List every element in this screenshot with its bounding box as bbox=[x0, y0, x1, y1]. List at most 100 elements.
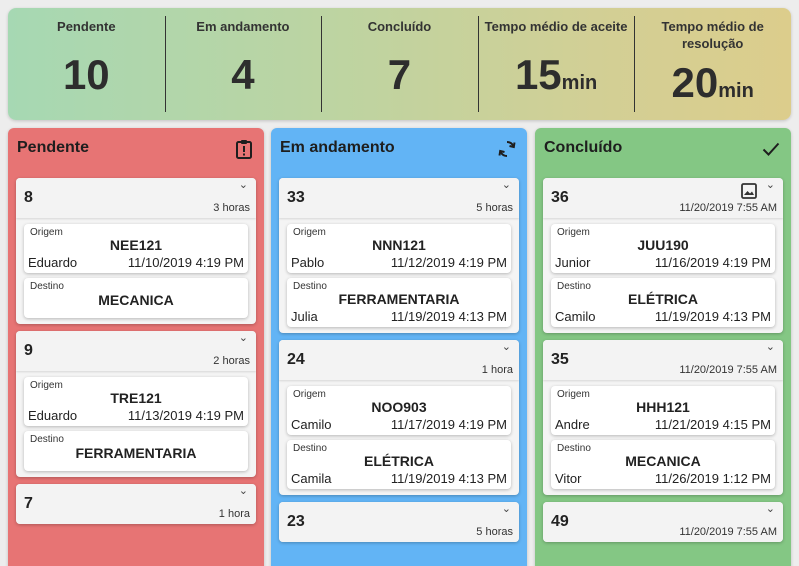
destino-box: Destino ELÉTRICA Camila 11/19/2019 4:13 … bbox=[287, 440, 511, 489]
origem-person: Eduardo bbox=[28, 408, 78, 423]
card-header: 8 ⌄ 3 horas bbox=[16, 178, 256, 218]
origem-footer: Junior 11/16/2019 4:19 PM bbox=[551, 255, 775, 273]
card-body: Origem NEE121 Eduardo 11/10/2019 4:19 PM… bbox=[16, 218, 256, 324]
destino-label: Destino bbox=[30, 281, 64, 292]
ticket-id: 7 bbox=[24, 495, 33, 512]
image-icon[interactable] bbox=[741, 183, 757, 204]
origem-date: 11/12/2019 4:19 PM bbox=[390, 255, 507, 270]
ticket-card[interactable]: 24 ⌄ 1 hora Origem NOO903 Camilo 11/17/2… bbox=[279, 340, 519, 495]
origem-label: Origem bbox=[30, 227, 63, 238]
chevron-down-icon[interactable]: ⌄ bbox=[239, 484, 248, 497]
ticket-card[interactable]: 49 ⌄ 11/20/2019 7:55 AM bbox=[543, 502, 783, 542]
column-title: Pendente bbox=[17, 139, 90, 156]
ticket-card[interactable]: 9 ⌄ 2 horas Origem TRE121 Eduardo 11/13/… bbox=[16, 331, 256, 477]
chevron-down-icon[interactable]: ⌄ bbox=[239, 178, 248, 191]
destino-footer: Vitor 11/26/2019 1:12 PM bbox=[551, 471, 775, 489]
stat-label: Pendente bbox=[57, 19, 116, 34]
origem-box: Origem TRE121 Eduardo 11/13/2019 4:19 PM bbox=[24, 377, 248, 426]
column-concluido: Concluído 36 ⌄ 11/20/2019 7:55 AM Origem… bbox=[535, 128, 791, 566]
column-title: Concluído bbox=[544, 139, 623, 156]
card-body: Origem NNN121 Pablo 11/12/2019 4:19 PM D… bbox=[279, 218, 519, 333]
ticket-card[interactable]: 8 ⌄ 3 horas Origem NEE121 Eduardo 11/10/… bbox=[16, 178, 256, 324]
card-header: 9 ⌄ 2 horas bbox=[16, 331, 256, 371]
destino-person: Camila bbox=[291, 471, 332, 486]
ticket-card[interactable]: 35 ⌄ 11/20/2019 7:55 AM Origem HHH121 An… bbox=[543, 340, 783, 495]
origem-date: 11/17/2019 4:19 PM bbox=[390, 417, 507, 432]
destino-date: 11/19/2019 4:13 PM bbox=[654, 309, 771, 324]
origem-box: Origem NOO903 Camilo 11/17/2019 4:19 PM bbox=[287, 386, 511, 435]
stat-concluido: Concluído 7 bbox=[321, 8, 478, 120]
origem-box: Origem NNN121 Pablo 11/12/2019 4:19 PM bbox=[287, 224, 511, 273]
chevron-down-icon[interactable]: ⌄ bbox=[766, 340, 775, 353]
stat-value: 7 bbox=[387, 51, 412, 98]
chevron-down-icon[interactable]: ⌄ bbox=[502, 340, 511, 353]
ticket-id: 35 bbox=[551, 351, 569, 368]
origem-date: 11/13/2019 4:19 PM bbox=[127, 408, 244, 423]
card-header: 35 ⌄ 11/20/2019 7:55 AM bbox=[543, 340, 783, 380]
card-body: Origem TRE121 Eduardo 11/13/2019 4:19 PM… bbox=[16, 371, 256, 477]
stat-value: 20min bbox=[671, 59, 754, 106]
chevron-down-icon[interactable]: ⌄ bbox=[239, 331, 248, 344]
destino-box: Destino MECANICA bbox=[24, 278, 248, 318]
chevron-down-icon[interactable]: ⌄ bbox=[502, 178, 511, 191]
origem-footer: Camilo 11/17/2019 4:19 PM bbox=[287, 417, 511, 435]
origem-date: 11/16/2019 4:19 PM bbox=[654, 255, 771, 270]
origem-person: Andre bbox=[555, 417, 590, 432]
card-header: 7 ⌄ 1 hora bbox=[16, 484, 256, 524]
ticket-time: 5 horas bbox=[476, 526, 513, 538]
ticket-id: 36 bbox=[551, 189, 569, 206]
origem-person: Eduardo bbox=[28, 255, 78, 270]
destino-date: 11/26/2019 1:12 PM bbox=[654, 471, 771, 486]
origem-footer: Andre 11/21/2019 4:15 PM bbox=[551, 417, 775, 435]
ticket-card[interactable]: 7 ⌄ 1 hora bbox=[16, 484, 256, 524]
destino-label: Destino bbox=[557, 281, 591, 292]
destino-label: Destino bbox=[557, 443, 591, 454]
column-header: Concluído bbox=[535, 128, 791, 170]
origem-label: Origem bbox=[293, 227, 326, 238]
destino-footer: Camilo 11/19/2019 4:13 PM bbox=[551, 309, 775, 327]
origem-label: Origem bbox=[293, 389, 326, 400]
destino-footer: Julia 11/19/2019 4:13 PM bbox=[287, 309, 511, 327]
destino-date: 11/19/2019 4:13 PM bbox=[390, 309, 507, 324]
card-body: Origem NOO903 Camilo 11/17/2019 4:19 PM … bbox=[279, 380, 519, 495]
column-title: Em andamento bbox=[280, 139, 395, 156]
origem-person: Pablo bbox=[291, 255, 325, 270]
stat-value: 15min bbox=[514, 51, 598, 98]
ticket-id: 49 bbox=[551, 513, 569, 530]
stat-value: 4 bbox=[231, 51, 255, 98]
sync-icon[interactable] bbox=[496, 138, 518, 160]
destino-person: Julia bbox=[291, 309, 318, 324]
ticket-time: 11/20/2019 7:55 AM bbox=[679, 202, 777, 214]
origem-footer: Eduardo 11/13/2019 4:19 PM bbox=[24, 408, 248, 426]
chevron-down-icon[interactable]: ⌄ bbox=[766, 502, 775, 515]
chevron-down-icon[interactable]: ⌄ bbox=[766, 178, 775, 191]
ticket-id: 23 bbox=[287, 513, 305, 530]
check-icon bbox=[760, 138, 782, 160]
card-header: 49 ⌄ 11/20/2019 7:55 AM bbox=[543, 502, 783, 542]
stat-tempo-aceite: Tempo médio de aceite 15min bbox=[477, 8, 635, 120]
destino-box: Destino ELÉTRICA Camilo 11/19/2019 4:13 … bbox=[551, 278, 775, 327]
destino-footer: Camila 11/19/2019 4:13 PM bbox=[287, 471, 511, 489]
stat-label: Concluído bbox=[367, 19, 432, 34]
destino-label: Destino bbox=[293, 443, 327, 454]
card-header: 23 ⌄ 5 horas bbox=[279, 502, 519, 542]
chevron-down-icon[interactable]: ⌄ bbox=[502, 502, 511, 515]
destino-label: Destino bbox=[30, 434, 64, 445]
origem-person: Junior bbox=[555, 255, 591, 270]
ticket-card[interactable]: 23 ⌄ 5 horas bbox=[279, 502, 519, 542]
ticket-card[interactable]: 36 ⌄ 11/20/2019 7:55 AM Origem JUU190 Ju… bbox=[543, 178, 783, 333]
ticket-card[interactable]: 33 ⌄ 5 horas Origem NNN121 Pablo 11/12/2… bbox=[279, 178, 519, 333]
destino-person: Vitor bbox=[555, 471, 582, 486]
card-header: 36 ⌄ 11/20/2019 7:55 AM bbox=[543, 178, 783, 218]
ticket-id: 8 bbox=[24, 189, 33, 206]
stat-label: Em andamento bbox=[196, 19, 290, 34]
card-body: Origem HHH121 Andre 11/21/2019 4:15 PM D… bbox=[543, 380, 783, 495]
ticket-time: 11/20/2019 7:55 AM bbox=[679, 526, 777, 538]
stat-label: Tempo médio de aceite bbox=[484, 19, 628, 34]
destino-date: 11/19/2019 4:13 PM bbox=[390, 471, 507, 486]
column-em-andamento: Em andamento 33 ⌄ 5 horas Origem NNN121 … bbox=[271, 128, 527, 566]
ticket-time: 11/20/2019 7:55 AM bbox=[679, 364, 777, 376]
column-header: Pendente bbox=[8, 128, 264, 170]
destino-person: Camilo bbox=[555, 309, 596, 324]
ticket-time: 1 hora bbox=[481, 364, 513, 376]
